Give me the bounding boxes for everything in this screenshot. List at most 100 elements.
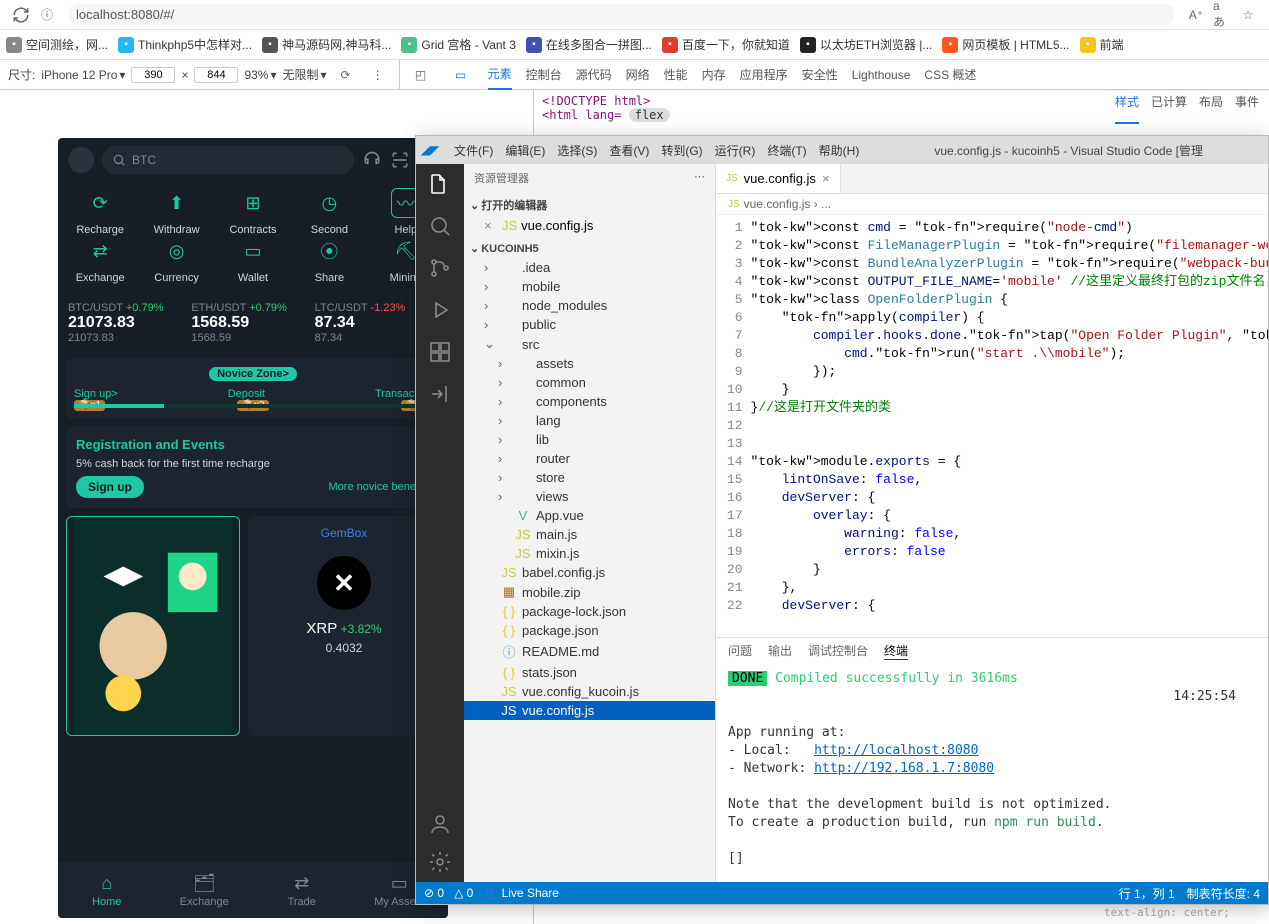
explorer-icon[interactable] [428,172,452,196]
tree-item[interactable]: JSbabel.config.js [464,563,715,582]
git-icon[interactable] [428,256,452,280]
status-tabsize[interactable]: 制表符长度: 4 [1187,885,1260,902]
device-select[interactable]: iPhone 12 Pro ▾ [41,68,125,82]
nav-contracts[interactable]: ⊞Contracts [215,188,291,236]
favorite-icon[interactable]: ☆ [1239,6,1257,24]
menu-item[interactable]: 选择(S) [557,142,597,159]
nav-withdraw[interactable]: ⬆Withdraw [138,188,214,236]
status-ln[interactable]: 行 1，列 1 [1119,885,1175,902]
bookmark-item[interactable]: ▪空间测绘，网... [6,36,108,53]
menu-item[interactable]: 查看(V) [609,142,649,159]
search-icon[interactable] [428,214,452,238]
info-icon[interactable]: ⓘ [38,6,56,24]
close-icon[interactable]: × [822,171,830,186]
tree-item[interactable]: { }package-lock.json [464,602,715,621]
nav-recharge[interactable]: ⟳Recharge [62,188,138,236]
headset-icon[interactable] [362,150,382,170]
devtools-tab[interactable]: Lighthouse [852,62,911,88]
nav-share[interactable]: ⦿Share [291,236,367,284]
tree-item[interactable]: ›store [464,468,715,487]
bookmark-item[interactable]: ▪前端 [1080,36,1124,53]
close-icon[interactable]: × [484,218,498,233]
bookmark-item[interactable]: ▪Grid 宫格 - Vant 3 [401,36,515,53]
tree-item[interactable]: JSvue.config.js [464,701,715,720]
menu-item[interactable]: 转到(G) [661,142,702,159]
novice-step[interactable]: Sign up> [74,388,118,400]
tree-item[interactable]: ›mobile [464,277,715,296]
devtools-tab[interactable]: CSS 概述 [924,60,976,89]
more-icon[interactable]: ⋯ [694,170,705,186]
nav-exchange[interactable]: ⇄Exchange [62,236,138,284]
project-header[interactable]: ⌄KUCOINH5 [464,239,715,258]
terminal-tab[interactable]: 调试控制台 [808,642,868,660]
read-aloud-icon[interactable]: aあ [1213,6,1231,24]
menu-item[interactable]: 编辑(E) [505,142,545,159]
device-toggle-icon[interactable]: ▭ [452,66,470,84]
menu-item[interactable]: 帮助(H) [819,142,860,159]
translate-icon[interactable]: A⁺ [1187,6,1205,24]
tree-item[interactable]: { }package.json [464,621,715,640]
search-input[interactable]: BTC [102,146,354,174]
nav-second[interactable]: ◷Second [291,188,367,236]
scan-icon[interactable] [390,150,410,170]
tree-item[interactable]: ›components [464,392,715,411]
open-editor-item[interactable]: ×JSvue.config.js [464,216,715,235]
tree-item[interactable]: ⌄src [464,334,715,354]
throttle-select[interactable]: 无限制 ▾ [283,66,327,83]
devtools-tab[interactable]: 安全性 [802,60,838,89]
zoom-select[interactable]: 93% ▾ [244,68,276,82]
devtools-tab[interactable]: 元素 [488,59,512,90]
bookmark-item[interactable]: ▪百度一下，你就知道 [662,36,790,53]
nav-currency[interactable]: ◎Currency [138,236,214,284]
bookmark-item[interactable]: ▪在线多图合一拼图... [526,36,652,53]
devtools-tab[interactable]: 源代码 [576,60,612,89]
styles-tab[interactable]: 布局 [1199,93,1223,124]
height-input[interactable] [194,67,238,83]
novice-badge[interactable]: Novice Zone> [209,367,297,381]
bookmark-item[interactable]: ▪网页模板 | HTML5... [942,36,1069,53]
bookmark-item[interactable]: ▪神马源码网,神马科... [262,36,391,53]
tree-item[interactable]: VApp.vue [464,506,715,525]
tree-item[interactable]: ›router [464,449,715,468]
bottom-nav-home[interactable]: ⌂Home [58,862,156,918]
terminal-tab[interactable]: 问题 [728,642,752,660]
tree-item[interactable]: ›common [464,373,715,392]
live-share-button[interactable]: 👤 Live Share [483,886,559,900]
coin-card[interactable]: GemBox ✕ XRP +3.82% 0.4032 [248,516,440,736]
bottom-nav-exchange[interactable]: 🗂Exchange [156,862,254,918]
more-icon[interactable]: ⋮ [369,66,387,84]
nft-card[interactable] [66,516,240,736]
extensions-icon[interactable] [428,340,452,364]
inspect-icon[interactable]: ◰ [412,66,430,84]
menu-item[interactable]: 终端(T) [767,142,806,159]
width-input[interactable] [131,67,175,83]
rotate-icon[interactable]: ⟳ [337,66,355,84]
tree-item[interactable]: ›views [464,487,715,506]
dom-tree[interactable]: <!DOCTYPE html> <html lang= flex [534,90,1105,126]
gear-icon[interactable] [428,850,452,874]
menu-item[interactable]: 运行(R) [715,142,756,159]
vscode-titlebar[interactable]: ◢◤ 文件(F)编辑(E)选择(S)查看(V)转到(G)运行(R)终端(T)帮助… [416,136,1268,164]
tree-item[interactable]: JSmixin.js [464,544,715,563]
styles-tab[interactable]: 事件 [1235,93,1259,124]
signup-button[interactable]: Sign up [76,476,144,498]
tree-item[interactable]: ›.idea [464,258,715,277]
terminal-tab[interactable]: 终端 [884,642,908,660]
refresh-icon[interactable] [12,6,30,24]
avatar[interactable] [68,147,94,173]
account-icon[interactable] [428,812,452,836]
tree-item[interactable]: ›lib [464,430,715,449]
code-editor[interactable]: 12345678910111213141516171819202122 "tok… [716,215,1268,637]
styles-tab[interactable]: 样式 [1115,93,1139,124]
bookmark-item[interactable]: ▪Thinkphp5中怎样对... [118,36,252,53]
tree-item[interactable]: ›public [464,315,715,334]
share-icon[interactable] [428,382,452,406]
tree-item[interactable]: ›lang [464,411,715,430]
nav-wallet[interactable]: ▭Wallet [215,236,291,284]
devtools-tab[interactable]: 性能 [664,60,688,89]
ticker[interactable]: ETH/USDT +0.79%1568.591568.59 [191,302,314,344]
tree-item[interactable]: ›node_modules [464,296,715,315]
breadcrumb[interactable]: JSvue.config.js › ... [716,194,1268,215]
tree-item[interactable]: ›assets [464,354,715,373]
devtools-tab[interactable]: 内存 [702,60,726,89]
